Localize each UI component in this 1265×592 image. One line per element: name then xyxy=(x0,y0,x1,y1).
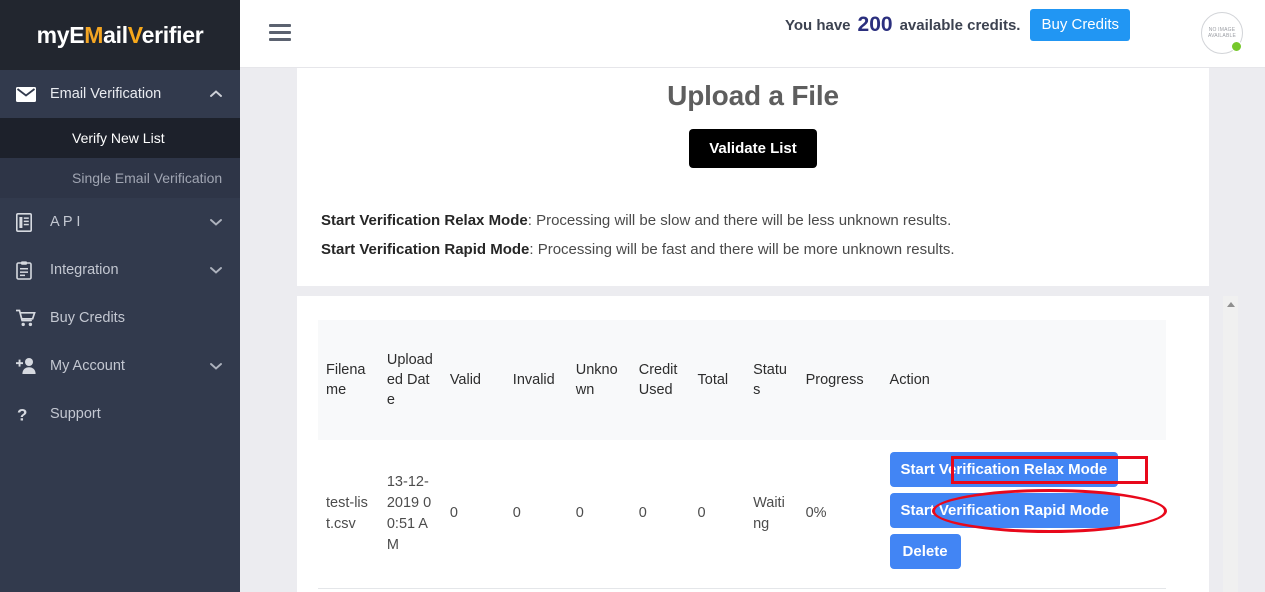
note-rapid-rest: : Processing will be fast and there will… xyxy=(529,241,955,258)
cell-valid: 0 xyxy=(441,440,505,589)
sidebar-item-label: Buy Credits xyxy=(50,310,125,326)
vertical-scrollbar[interactable] xyxy=(1223,296,1238,592)
sidebar-item-support[interactable]: ? Support xyxy=(0,390,240,438)
jobs-card: Filename Uploaded Date Valid Invalid Unk… xyxy=(297,296,1209,592)
credits-suffix: available credits. xyxy=(899,16,1021,34)
page-body: Upload a File Validate List Start Verifi… xyxy=(240,68,1265,592)
avatar-line-2: AVAILABLE xyxy=(1207,33,1237,39)
logo-part-2: M xyxy=(84,21,104,48)
credits-display: You have 200 available credits. Buy Cred… xyxy=(785,9,1130,41)
logo-text: myEMailVerifier xyxy=(37,22,204,49)
col-header-invalid: Invalid xyxy=(512,372,555,388)
jobs-table-head: Filename Uploaded Date Valid Invalid Unk… xyxy=(318,320,1166,440)
avatar[interactable]: NO IMAGE AVAILABLE xyxy=(1201,12,1243,54)
table-row: test-list.csv 13-12-2019 00:51 AM 0 0 0 … xyxy=(318,440,1166,589)
cell-invalid: 0 xyxy=(504,440,568,589)
sidebar-subitem-label: Verify New List xyxy=(72,130,165,146)
chevron-down-icon xyxy=(208,266,224,274)
scroll-up-arrow-icon[interactable] xyxy=(1226,302,1235,307)
add-user-icon xyxy=(16,357,50,375)
note-rapid-mode: Start Verification Rapid Mode: Processin… xyxy=(321,241,1209,258)
col-header-filename: Filename xyxy=(326,362,366,398)
logo-part-1: myE xyxy=(36,21,85,48)
sidebar-item-label: Support xyxy=(50,406,101,422)
sidebar-item-buy-credits[interactable]: Buy Credits xyxy=(0,294,240,342)
sidebar: myEMailVerifier Email Verification Verif… xyxy=(0,0,240,592)
app-root: myEMailVerifier Email Verification Verif… xyxy=(0,0,1265,592)
cell-total: 0 xyxy=(689,440,746,589)
col-header-progress: Progress xyxy=(805,372,864,388)
logo-part-4: V xyxy=(127,21,142,48)
sidebar-subitem-label: Single Email Verification xyxy=(72,170,223,186)
sidebar-item-single-email-verification[interactable]: Single Email Verification xyxy=(0,158,240,198)
col-header-valid: Valid xyxy=(449,372,481,388)
page-title: Upload a File xyxy=(667,80,839,111)
col-header-uploaded-date: Uploaded Date xyxy=(386,352,433,408)
sidebar-item-label: Email Verification xyxy=(50,86,162,102)
hamburger-bar xyxy=(269,31,291,34)
sidebar-item-label: A P I xyxy=(50,214,81,230)
jobs-table-scroll: Filename Uploaded Date Valid Invalid Unk… xyxy=(297,296,1209,592)
document-icon xyxy=(16,212,50,232)
sidebar-item-integration[interactable]: Integration xyxy=(0,246,240,294)
cell-uploaded-date: 13-12-2019 00:51 AM xyxy=(378,440,442,589)
hamburger-bar xyxy=(269,38,291,41)
topbar: You have 200 available credits. Buy Cred… xyxy=(240,0,1265,68)
note-rapid-strong: Start Verification Rapid Mode xyxy=(321,241,530,258)
col-header-credit-used: Credit Used xyxy=(638,362,678,398)
upload-card: Upload a File Validate List Start Verifi… xyxy=(297,68,1209,286)
logo[interactable]: myEMailVerifier xyxy=(0,0,240,70)
note-relax-rest: : Processing will be slow and there will… xyxy=(527,212,952,229)
start-rapid-mode-button[interactable]: Start Verification Rapid Mode xyxy=(889,493,1120,529)
sidebar-nav: Email Verification Verify New List Singl… xyxy=(0,70,240,438)
sidebar-item-email-verification[interactable]: Email Verification xyxy=(0,70,240,118)
cell-status: Waiting xyxy=(745,440,798,589)
jobs-table: Filename Uploaded Date Valid Invalid Unk… xyxy=(318,320,1166,589)
cell-progress: 0% xyxy=(797,440,882,589)
cell-action: Start Verification Relax Mode Start Veri… xyxy=(881,440,1166,589)
note-relax-strong: Start Verification Relax Mode xyxy=(321,212,528,229)
credits-prefix: You have xyxy=(784,16,851,34)
hamburger-bar xyxy=(269,24,291,27)
sidebar-item-my-account[interactable]: My Account xyxy=(0,342,240,390)
validate-list-wrap: Validate List xyxy=(297,129,1209,168)
credits-count: 200 xyxy=(857,13,893,36)
chevron-down-icon xyxy=(208,362,224,370)
online-status-dot xyxy=(1231,41,1242,52)
logo-part-5: erifier xyxy=(141,21,204,48)
chevron-up-icon xyxy=(208,90,224,98)
note-relax-mode: Start Verification Relax Mode: Processin… xyxy=(321,212,1209,229)
clipboard-icon xyxy=(16,260,50,280)
sidebar-item-label: My Account xyxy=(50,358,125,374)
delete-button[interactable]: Delete xyxy=(889,534,961,570)
col-header-action: Action xyxy=(889,372,930,388)
chevron-down-icon xyxy=(208,218,224,226)
svg-text:?: ? xyxy=(17,405,27,424)
cell-filename: test-list.csv xyxy=(318,440,379,589)
question-icon: ? xyxy=(16,405,50,424)
envelope-icon xyxy=(16,86,50,102)
hamburger-icon[interactable] xyxy=(269,24,291,41)
validate-list-button[interactable]: Validate List xyxy=(689,129,817,168)
sidebar-item-label: Integration xyxy=(50,262,119,278)
cell-unknown: 0 xyxy=(567,440,631,589)
cell-credit-used: 0 xyxy=(630,440,690,589)
logo-part-3: ail xyxy=(103,21,128,48)
sidebar-item-verify-new-list[interactable]: Verify New List xyxy=(0,118,240,158)
cart-icon xyxy=(16,309,50,327)
col-header-unknown: Unknown xyxy=(575,362,618,398)
col-header-total: Total xyxy=(697,372,729,388)
mode-notes: Start Verification Relax Mode: Processin… xyxy=(321,212,1209,258)
jobs-table-body: test-list.csv 13-12-2019 00:51 AM 0 0 0 … xyxy=(318,440,1166,589)
start-relax-mode-button[interactable]: Start Verification Relax Mode xyxy=(889,452,1119,488)
col-header-status: Status xyxy=(753,362,787,398)
table-header-row: Filename Uploaded Date Valid Invalid Unk… xyxy=(318,320,1166,440)
buy-credits-button[interactable]: Buy Credits xyxy=(1030,9,1130,41)
sidebar-item-api[interactable]: A P I xyxy=(0,198,240,246)
